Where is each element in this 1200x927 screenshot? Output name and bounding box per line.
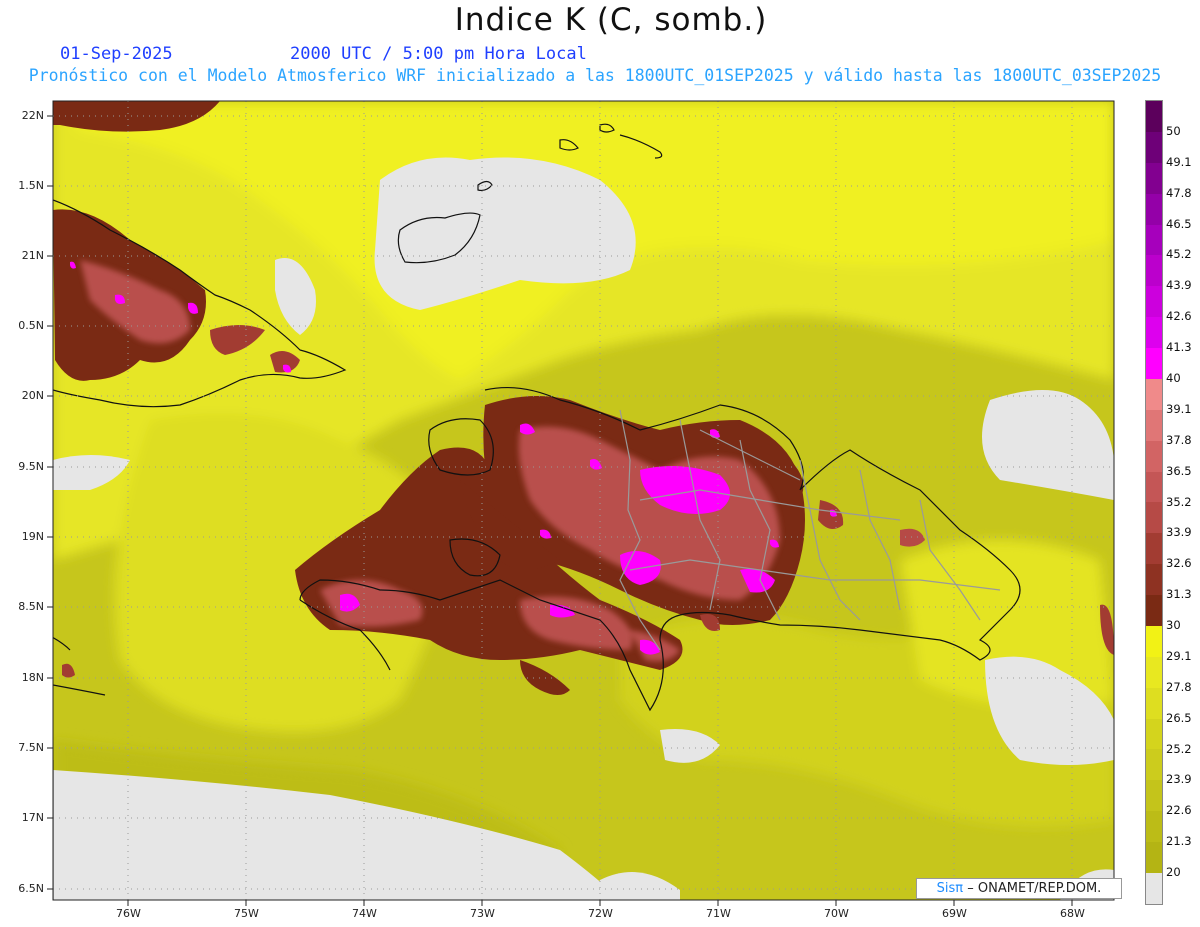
credit-box: Sisπ – ONAMET/REP.DOM.: [916, 878, 1122, 899]
colorbar-label: 29.1: [1166, 648, 1192, 663]
colorbar-label: 26.5: [1166, 710, 1192, 725]
colorbar-segment: [1146, 255, 1162, 287]
colorbar-segment: [1146, 625, 1162, 657]
lon-label: 68W: [1060, 907, 1085, 920]
lat-label: 9.5N: [18, 460, 44, 473]
colorbar-label: 39.1: [1166, 401, 1192, 416]
colorbar-segment: [1146, 409, 1162, 441]
colorbar-segment: [1146, 872, 1162, 904]
colorbar: [1145, 100, 1163, 905]
lon-label: 72W: [588, 907, 613, 920]
lon-label: 73W: [470, 907, 495, 920]
colorbar-segment: [1146, 749, 1162, 781]
lat-label: 6.5N: [18, 882, 44, 895]
lat-label: 19N: [21, 530, 44, 543]
colorbar-label: 36.5: [1166, 463, 1192, 478]
lat-label: 0.5N: [18, 319, 44, 332]
colorbar-label: 43.9: [1166, 278, 1192, 293]
colorbar-label: 50: [1166, 123, 1181, 138]
colorbar-label: 27.8: [1166, 679, 1192, 694]
lon-label: 74W: [352, 907, 377, 920]
lat-label: 1.5N: [18, 179, 44, 192]
colorbar-segment: [1146, 317, 1162, 348]
colorbar-segment: [1146, 101, 1162, 132]
colorbar-label: 30: [1166, 618, 1181, 633]
sispi-logo: Sisπ: [936, 881, 964, 896]
colorbar-label: 46.5: [1166, 216, 1192, 231]
colorbar-segment: [1146, 224, 1162, 256]
colorbar-label: 25.2: [1166, 741, 1192, 756]
colorbar-label: 49.1: [1166, 154, 1192, 169]
lon-label: 71W: [706, 907, 731, 920]
colorbar-label: 33.9: [1166, 525, 1192, 540]
lat-label: 8.5N: [18, 600, 44, 613]
lat-label: 20N: [21, 389, 44, 402]
colorbar-label: 45.2: [1166, 247, 1192, 262]
colorbar-label: 47.8: [1166, 185, 1192, 200]
colorbar-label: 31.3: [1166, 587, 1192, 602]
colorbar-label: 20: [1166, 865, 1181, 880]
colorbar-segment: [1146, 811, 1162, 842]
colorbar-label: 21.3: [1166, 834, 1192, 849]
colorbar-label: 37.8: [1166, 432, 1192, 447]
colorbar-label: 41.3: [1166, 340, 1192, 355]
colorbar-segment: [1146, 656, 1162, 688]
colorbar-label: 23.9: [1166, 772, 1192, 787]
colorbar-segment: [1146, 131, 1162, 163]
credit-text: – ONAMET/REP.DOM.: [967, 881, 1102, 896]
lon-label: 75W: [234, 907, 259, 920]
lat-label: 18N: [21, 671, 44, 684]
colorbar-segment: [1146, 286, 1162, 318]
colorbar-segment: [1146, 780, 1162, 812]
colorbar-segment: [1146, 378, 1162, 410]
lon-label: 69W: [942, 907, 967, 920]
colorbar-segment: [1146, 564, 1162, 595]
colorbar-segment: [1146, 502, 1162, 534]
lat-label: 7.5N: [18, 741, 44, 754]
colorbar-segment: [1146, 533, 1162, 565]
weather-map: [47, 100, 1115, 906]
colorbar-segment: [1146, 471, 1162, 503]
colorbar-segment: [1146, 162, 1162, 194]
colorbar-label: 40: [1166, 370, 1181, 385]
colorbar-segment: [1146, 595, 1162, 626]
colorbar-segment: [1146, 440, 1162, 472]
colorbar-segment: [1146, 718, 1162, 750]
colorbar-label: 22.6: [1166, 803, 1192, 818]
lon-label: 76W: [116, 907, 141, 920]
colorbar-label: 35.2: [1166, 494, 1192, 509]
colorbar-segment: [1146, 193, 1162, 225]
colorbar-label: 42.6: [1166, 309, 1192, 324]
colorbar-segment: [1146, 842, 1162, 873]
lat-label: 17N: [21, 811, 44, 824]
lon-label: 70W: [824, 907, 849, 920]
lat-label: 21N: [21, 249, 44, 262]
colorbar-segment: [1146, 348, 1162, 379]
colorbar-segment: [1146, 687, 1162, 719]
colorbar-label: 32.6: [1166, 556, 1192, 571]
lat-label: 22N: [21, 109, 44, 122]
